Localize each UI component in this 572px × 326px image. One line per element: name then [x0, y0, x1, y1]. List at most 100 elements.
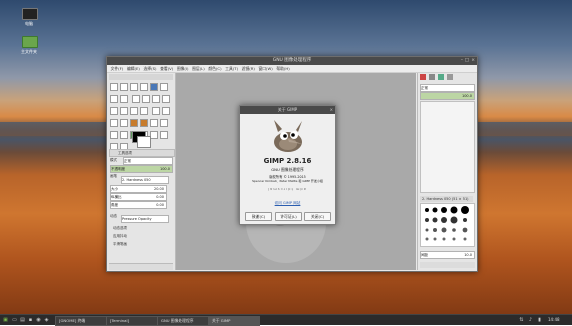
aspect-ratio-value: 0.00	[156, 195, 164, 199]
background-color-swatch[interactable]	[137, 136, 151, 148]
crop-tool-icon[interactable]	[120, 107, 128, 115]
about-dialog-titlebar[interactable]: 关于 GIMP ×	[240, 106, 335, 114]
cage-tool-icon[interactable]	[120, 119, 128, 127]
clone-tool-icon[interactable]	[150, 131, 158, 139]
brush-thumbnails	[425, 206, 469, 241]
smooth-stroke-checkbox[interactable]: 平滑笔画	[113, 241, 163, 247]
layer-opacity-slider[interactable]: 100.0	[420, 92, 475, 100]
pencil-tool-icon[interactable]	[160, 119, 168, 127]
battery-icon[interactable]: ▮	[536, 316, 543, 324]
layers-tab-icon[interactable]	[420, 74, 426, 80]
task-about-gimp[interactable]: 关于 GIMP	[208, 316, 260, 326]
menu-filters[interactable]: 滤镜(R)	[242, 65, 255, 72]
free-select-tool-icon[interactable]	[130, 83, 138, 91]
aspect-ratio-slider[interactable]: 纵横比 0.00	[110, 193, 167, 201]
task-gimp-main[interactable]: GNU 图像处理程序	[157, 316, 209, 326]
blend-tool-icon[interactable]	[150, 119, 158, 127]
desktop-icon-home[interactable]: 主文件夹	[14, 36, 44, 56]
zoom-tool-icon[interactable]	[141, 95, 150, 103]
home-folder-icon	[22, 36, 38, 48]
menubar: 文件(F) 编辑(E) 选择(S) 查看(V) 图像(I) 图层(L) 颜色(C) 工具(T)…	[107, 65, 477, 73]
brush-spacing-slider[interactable]: 间距 10.0	[420, 251, 475, 259]
task-terminal-gnome[interactable]: [GNOME] 终端	[55, 316, 107, 326]
close-icon[interactable]: ×	[330, 106, 333, 114]
dock-tabs	[420, 74, 475, 81]
layer-opacity-value: 100.0	[461, 94, 472, 98]
menu-layer[interactable]: 图层(L)	[192, 65, 205, 72]
shear-tool-icon[interactable]	[151, 107, 160, 115]
license-button[interactable]: 许可证(L)	[275, 212, 302, 221]
menu-launcher-icon[interactable]: ▣	[2, 316, 9, 324]
file-manager-icon[interactable]: ▤	[19, 316, 26, 324]
perspective-tool-icon[interactable]	[161, 107, 170, 115]
clock[interactable]: 14:48	[548, 316, 560, 324]
dynamics-options-expander[interactable]: 动态选项	[113, 225, 163, 231]
paintbrush-tool-icon[interactable]	[110, 131, 118, 139]
menu-tools[interactable]: 工具(T)	[225, 65, 238, 72]
dock-footer	[420, 262, 475, 268]
terminal-launcher-icon[interactable]: ▪	[27, 316, 34, 324]
angle-slider[interactable]: 角度 0.00	[110, 201, 167, 209]
wilber-drop-area[interactable]	[109, 74, 173, 80]
menu-select[interactable]: 选择(S)	[144, 65, 157, 72]
show-desktop-icon[interactable]: ▭	[11, 316, 18, 324]
flip-tool-icon[interactable]	[110, 119, 118, 127]
bucket-fill-tool-icon[interactable]	[140, 119, 148, 127]
menu-help[interactable]: 帮助(H)	[276, 65, 289, 72]
opacity-slider[interactable]: 不透明度 100.0	[110, 165, 173, 173]
scale-tool-icon[interactable]	[140, 107, 148, 115]
computer-icon	[22, 8, 38, 20]
brushes-grid[interactable]	[420, 203, 475, 247]
brush-select[interactable]: 2. Hardness 050	[121, 176, 169, 184]
about-dialog-title: 关于 GIMP	[277, 107, 298, 112]
layer-mode-select[interactable]: 正常	[420, 84, 475, 92]
color-select-tool-icon[interactable]	[150, 83, 158, 91]
angle-value: 0.00	[156, 203, 164, 207]
menu-edit[interactable]: 编辑(E)	[127, 65, 140, 72]
gimp-launcher-icon[interactable]: ◈	[43, 316, 50, 324]
close-icon[interactable]: ×	[471, 57, 475, 65]
menu-file[interactable]: 文件(F)	[111, 65, 124, 72]
rect-select-tool-icon[interactable]	[110, 83, 118, 91]
measure-tool-icon[interactable]	[151, 95, 160, 103]
foreground-select-tool-icon[interactable]	[110, 95, 118, 103]
network-icon[interactable]: ⇅	[518, 316, 525, 324]
browser-launcher-icon[interactable]: ◉	[35, 316, 42, 324]
rotate-tool-icon[interactable]	[130, 107, 138, 115]
align-tool-icon[interactable]	[110, 107, 118, 115]
close-button[interactable]: 关闭(C)	[304, 212, 331, 221]
task-terminal[interactable]: [Terminal]	[106, 316, 158, 326]
gimp-website-link[interactable]: 访问 GIMP 网站	[240, 201, 335, 206]
size-slider[interactable]: 大小 20.00	[110, 185, 167, 193]
maximize-icon[interactable]: □	[465, 57, 469, 65]
tool-options-tab[interactable]: 工具选项	[109, 149, 175, 157]
desktop-icon-computer[interactable]: 电脑	[14, 8, 44, 28]
minimize-icon[interactable]: –	[461, 57, 463, 65]
channels-tab-icon[interactable]	[429, 74, 435, 80]
gimp-titlebar[interactable]: GNU 图像处理程序 – □ ×	[107, 57, 477, 65]
heal-tool-icon[interactable]	[160, 131, 168, 139]
volume-icon[interactable]: ♪	[527, 316, 534, 324]
undo-tab-icon[interactable]	[447, 74, 453, 80]
text-tool-icon[interactable]	[130, 119, 138, 127]
tool-options-header: 工具选项	[118, 151, 132, 155]
fuzzy-select-tool-icon[interactable]	[140, 83, 148, 91]
move-tool-icon[interactable]	[161, 95, 170, 103]
credits-button[interactable]: 致谢(C)	[245, 212, 272, 221]
menu-windows[interactable]: 窗口(W)	[258, 65, 272, 72]
menu-colors[interactable]: 颜色(C)	[208, 65, 221, 72]
scissors-tool-icon[interactable]	[160, 83, 168, 91]
mode-select[interactable]: 正常	[123, 157, 173, 165]
apply-jitter-checkbox[interactable]: 应用抖动	[113, 233, 163, 239]
eraser-tool-icon[interactable]	[120, 131, 128, 139]
color-picker-tool-icon[interactable]	[131, 95, 140, 103]
paths-tab-icon[interactable]	[438, 74, 444, 80]
desktop-background: 电脑 主文件夹 GNU 图像处理程序 – □ × 文件(F) 编辑(E) 选择(S)…	[0, 0, 572, 326]
layers-list[interactable]	[420, 101, 475, 193]
ellipse-select-tool-icon[interactable]	[120, 83, 128, 91]
menu-view[interactable]: 查看(V)	[160, 65, 173, 72]
mode-label: 模式	[110, 158, 117, 162]
paths-tool-icon[interactable]	[120, 95, 128, 103]
menu-image[interactable]: 图像(I)	[177, 65, 189, 72]
dynamics-select[interactable]: Pressure Opacity	[121, 215, 169, 223]
